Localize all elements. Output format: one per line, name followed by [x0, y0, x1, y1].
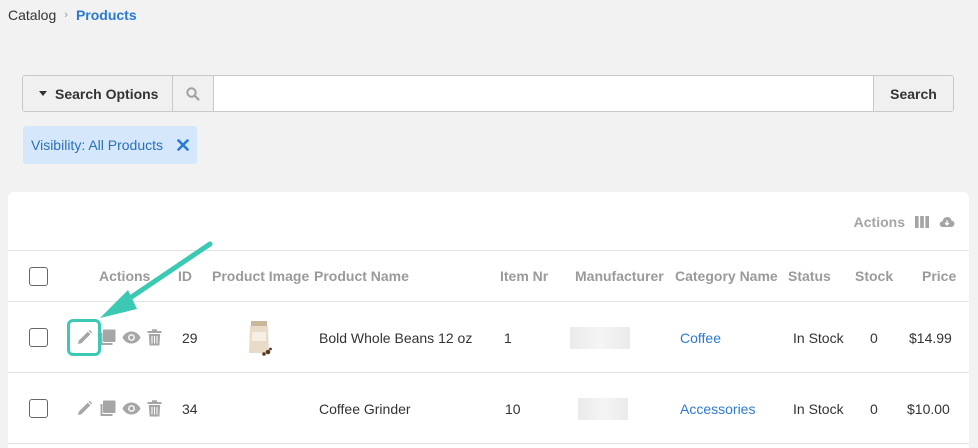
row-product-name: Bold Whole Beans 12 oz [319, 329, 473, 346]
header-id[interactable]: ID [178, 251, 192, 301]
copy-icon[interactable] [99, 400, 116, 417]
header-product-image[interactable]: Product Image [212, 251, 309, 301]
search-options-label: Search Options [55, 85, 159, 102]
row-item-nr: 1 [504, 329, 512, 346]
row-price: $10.00 [907, 400, 950, 417]
table-row[interactable]: 34 Coffee Grinder 10 Accessories In Stoc… [8, 374, 969, 444]
trash-icon[interactable] [147, 329, 162, 346]
category-link[interactable]: Coffee [680, 303, 721, 372]
header-stock[interactable]: Stock [855, 251, 893, 301]
header-category-name[interactable]: Category Name [675, 251, 778, 301]
row-id: 34 [182, 400, 198, 417]
caret-down-icon [39, 91, 47, 96]
row-checkbox[interactable] [29, 328, 48, 347]
search-bar: Search Options Search [22, 75, 954, 112]
breadcrumb: Catalog › Products [8, 7, 137, 23]
product-image [246, 303, 272, 372]
filter-chip-label: Visibility: All Products [31, 137, 164, 153]
row-status: In Stock [793, 329, 844, 346]
pencil-icon[interactable] [76, 400, 93, 417]
header-product-name[interactable]: Product Name [314, 251, 409, 301]
cloud-download-icon[interactable] [939, 216, 955, 228]
category-link[interactable]: Accessories [680, 374, 755, 443]
row-price: $14.99 [909, 329, 952, 346]
eye-icon[interactable] [122, 402, 141, 415]
header-actions[interactable]: Actions [99, 251, 150, 301]
row-stock: 0 [870, 329, 878, 346]
eye-icon[interactable] [122, 331, 141, 344]
panel-toolbar: Actions [854, 214, 955, 230]
chevron-right-icon: › [64, 9, 68, 21]
close-icon[interactable] [177, 139, 189, 151]
manufacturer-placeholder [570, 303, 630, 372]
columns-icon[interactable] [915, 216, 929, 228]
header-manufacturer[interactable]: Manufacturer [575, 251, 664, 301]
breadcrumb-products: Products [75, 7, 137, 23]
header-item-nr[interactable]: Item Nr [500, 251, 548, 301]
select-all-checkbox[interactable] [29, 266, 48, 286]
manufacturer-placeholder [578, 374, 628, 443]
row-id: 29 [182, 329, 198, 346]
row-item-nr: 10 [505, 400, 521, 417]
row-product-name: Coffee Grinder [319, 400, 411, 417]
row-stock: 0 [870, 400, 878, 417]
toolbar-actions-button[interactable]: Actions [854, 214, 905, 230]
copy-icon[interactable] [99, 329, 116, 346]
search-options-button[interactable]: Search Options [23, 76, 173, 111]
row-status: In Stock [793, 400, 844, 417]
table-row[interactable]: 29 Bold Whole Beans 12 oz 1 Coffee In St… [8, 303, 969, 373]
row-checkbox[interactable] [29, 399, 48, 418]
header-price[interactable]: Price [922, 251, 956, 301]
trash-icon[interactable] [147, 400, 162, 417]
breadcrumb-catalog[interactable]: Catalog [8, 7, 56, 23]
search-icon [173, 76, 214, 111]
search-input[interactable] [214, 76, 873, 111]
search-button[interactable]: Search [873, 76, 953, 111]
visibility-filter-chip: Visibility: All Products [23, 126, 198, 164]
header-status[interactable]: Status [788, 251, 831, 301]
table-header: Actions ID Product Image Product Name It… [8, 250, 969, 302]
annotation-highlight-box [67, 319, 101, 356]
products-panel: Actions Actions ID Product Image Product… [8, 192, 969, 448]
